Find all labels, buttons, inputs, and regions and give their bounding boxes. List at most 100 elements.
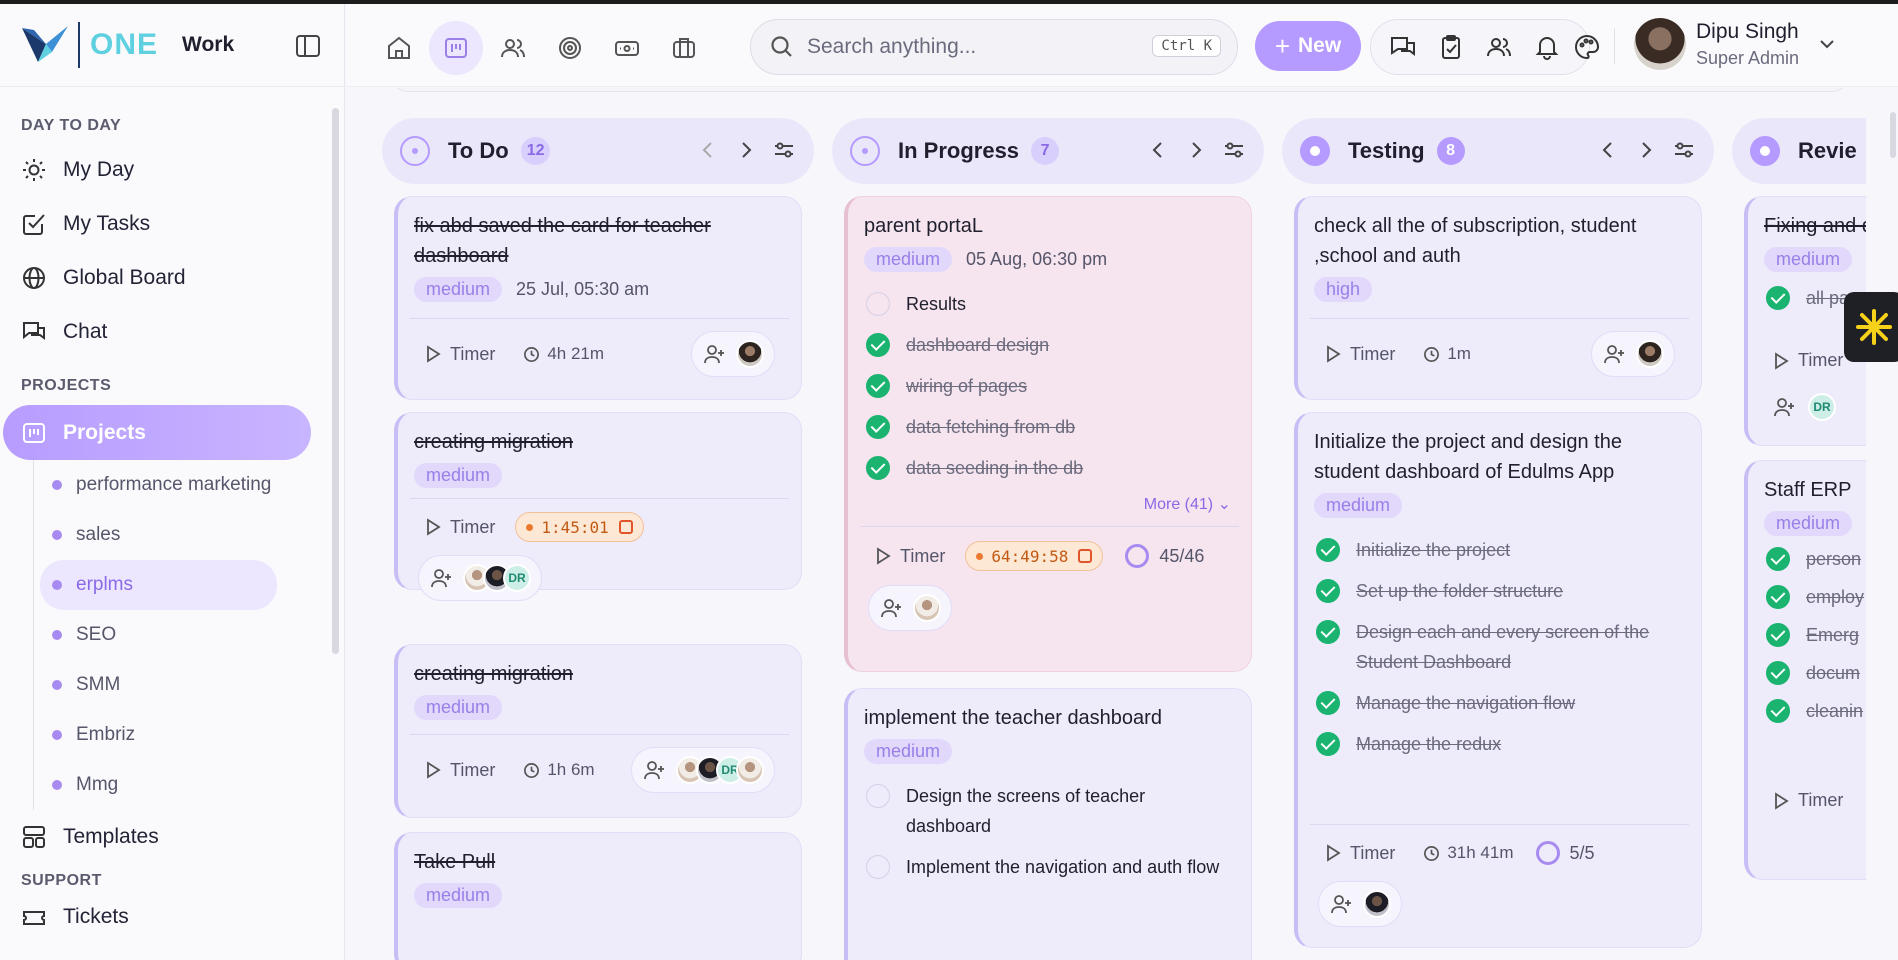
timer-button[interactable]: Timer [1324,843,1395,864]
assignees[interactable] [1591,331,1675,377]
assignees[interactable]: DR [418,555,542,601]
sidebar-scrollbar[interactable] [332,108,339,654]
filter-sliders-icon[interactable] [1672,138,1696,162]
checkbox[interactable] [866,374,890,398]
assistant-widget[interactable] [1844,292,1898,362]
task-card[interactable]: check all the of subscription, student ,… [1294,196,1702,400]
stop-icon[interactable] [618,520,633,534]
task-card[interactable]: parent portaL medium 05 Aug, 06:30 pm Re… [844,196,1252,672]
checklist-item[interactable]: person [1764,544,1866,574]
add-user-icon[interactable] [879,596,903,620]
sidebar-item-global-board[interactable]: Global Board [0,251,344,305]
task-card[interactable]: fix abd saved the card for teacher dashb… [394,196,802,400]
checkbox[interactable] [1766,699,1790,723]
team-button[interactable] [486,21,540,75]
task-card[interactable]: Take Pull medium [394,832,802,960]
checklist-item[interactable]: Design the screens of teacher dashboard [864,781,1235,841]
checklist-item[interactable]: employ [1764,582,1866,612]
sidebar-item-my-tasks[interactable]: My Tasks [0,197,344,251]
checkbox[interactable] [1316,732,1340,756]
checkbox[interactable] [866,456,890,480]
checklist-item[interactable]: Manage the navigation flow [1314,688,1685,718]
sidebar-item-tickets[interactable]: Tickets [0,890,344,944]
sidebar-item-projects[interactable]: Projects [3,405,311,460]
checklist-item[interactable]: cleanin [1764,696,1866,726]
checkbox[interactable] [1316,691,1340,715]
add-user-icon[interactable] [1329,892,1353,916]
assignees[interactable] [691,331,775,377]
bell-icon[interactable] [1533,33,1561,61]
timer-button[interactable]: Timer [1772,790,1866,811]
sidebar-item-my-day[interactable]: My Day [0,143,344,197]
sidebar-subitem-smm[interactable]: SMM [40,660,277,710]
sidebar-subitem-mmg[interactable]: Mmg [40,760,277,810]
chevron-left-icon[interactable] [1146,138,1170,162]
add-user-icon[interactable] [429,566,453,590]
filter-sliders-icon[interactable] [1222,138,1246,162]
add-user-icon[interactable] [1772,395,1796,419]
sidebar-item-chat[interactable]: Chat [0,305,344,359]
add-user-icon[interactable] [1602,342,1626,366]
checkbox[interactable] [1766,286,1790,310]
timer-button[interactable]: Timer [874,546,945,567]
finance-button[interactable] [600,21,654,75]
task-card[interactable]: creating migration medium Timer 1:45:01 … [394,412,802,601]
checklist-item[interactable]: data seeding in the db [864,453,1235,483]
add-user-icon[interactable] [702,342,726,366]
workspace-button[interactable] [657,21,711,75]
checkbox[interactable] [1766,585,1790,609]
home-button[interactable] [372,21,426,75]
timer-button[interactable]: Timer [1324,344,1395,365]
checklist-item[interactable]: Manage the redux [1314,729,1685,759]
stop-icon[interactable] [1078,549,1093,563]
sidebar-subitem-seo[interactable]: SEO [40,610,277,660]
checkbox[interactable] [1766,623,1790,647]
sidebar-subitem-performance-marketing[interactable]: performance marketing [40,460,277,510]
new-button[interactable]: + New [1255,21,1361,71]
checkbox[interactable] [866,333,890,357]
projects-board-button[interactable] [429,21,483,75]
filter-sliders-icon[interactable] [772,138,796,162]
task-card[interactable]: implement the teacher dashboard medium D… [844,688,1252,960]
checklist-item[interactable]: Set up the folder structure [1314,576,1685,606]
add-user-icon[interactable] [642,758,666,782]
timer-button[interactable]: Timer [424,344,495,365]
checklist-item[interactable]: Initialize the project [1314,535,1685,565]
sidebar-item-templates[interactable]: Templates [0,810,344,864]
brand[interactable]: ONE Work [0,4,344,87]
user-menu[interactable]: Dipu Singh Super Admin [1634,18,1837,70]
checkbox[interactable] [866,292,890,316]
task-card[interactable]: Staff ERP medium person employ Emerg doc… [1744,460,1866,880]
sidebar-subitem-embriz[interactable]: Embriz [40,710,277,760]
checkbox[interactable] [1766,661,1790,685]
checkbox[interactable] [1316,620,1340,644]
people-icon[interactable] [1485,33,1513,61]
task-card[interactable]: Initialize the project and design the st… [1294,412,1702,948]
timer-button[interactable]: Timer [424,760,495,781]
clipboard-check-icon[interactable] [1437,33,1465,61]
checkbox[interactable] [866,784,890,808]
palette-icon[interactable] [1573,33,1601,61]
checklist-item[interactable]: dashboard design [864,330,1235,360]
checklist-item[interactable]: docum [1764,658,1866,688]
chevron-left-icon[interactable] [1596,138,1620,162]
chevron-right-icon[interactable] [1634,138,1658,162]
assignees[interactable] [868,585,952,631]
goals-button[interactable] [543,21,597,75]
timer-button[interactable]: Timer [424,517,495,538]
checklist-item[interactable]: Results [864,289,1235,319]
search-input[interactable] [807,35,1137,59]
sidebar-subitem-erplms[interactable]: erplms [40,560,277,610]
chevron-right-icon[interactable] [734,138,758,162]
chevron-right-icon[interactable] [1184,138,1208,162]
board-scrollbar[interactable] [1890,112,1896,158]
sidebar-toggle-icon[interactable] [294,32,322,60]
chevron-left-icon[interactable] [696,138,720,162]
checkbox[interactable] [866,855,890,879]
checkbox[interactable] [866,415,890,439]
sidebar-subitem-sales[interactable]: sales [40,510,277,560]
checklist-item[interactable]: Design each and every screen of the Stud… [1314,617,1685,677]
search-box[interactable]: Ctrl K [750,19,1238,75]
checklist-item[interactable]: data fetching from db [864,412,1235,442]
checklist-item[interactable]: Implement the navigation and auth flow [864,852,1235,882]
